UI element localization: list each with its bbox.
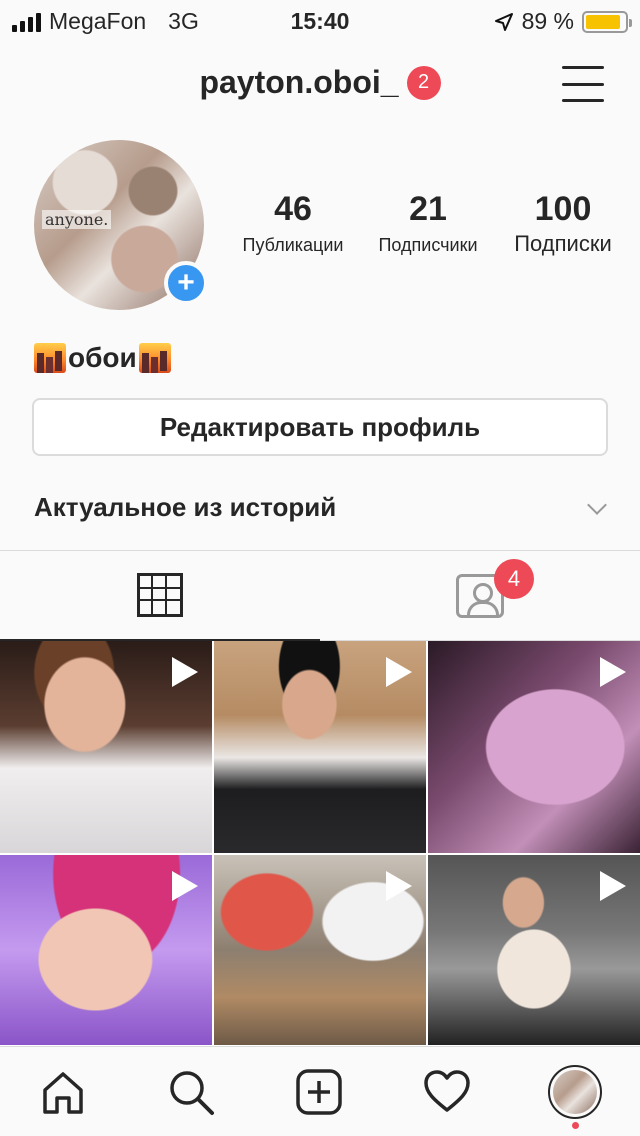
account-notification-badge: 2: [406, 65, 441, 100]
status-right: 89 %: [494, 8, 632, 35]
play-icon: [386, 657, 412, 687]
tab-grid[interactable]: [0, 551, 320, 641]
post-thumbnail[interactable]: [0, 641, 212, 853]
play-icon: [172, 871, 198, 901]
add-post-icon: [296, 1069, 342, 1115]
hamburger-menu-icon[interactable]: [562, 66, 604, 102]
profile-section: anyone. + 46 Публикации 21 Подписчики 10…: [0, 130, 640, 550]
profile-bio: обои: [34, 342, 171, 374]
play-icon: [600, 657, 626, 687]
play-icon: [172, 657, 198, 687]
avatar-collage-text: anyone.: [42, 210, 112, 229]
search-icon: [170, 1071, 214, 1115]
add-story-plus-icon[interactable]: +: [164, 261, 208, 305]
chevron-down-icon[interactable]: [587, 495, 607, 515]
stat-posts[interactable]: 46 Публикации: [238, 190, 348, 257]
nav-activity[interactable]: [422, 1067, 472, 1117]
profile-avatar-mini: [553, 1070, 597, 1114]
home-icon: [43, 1072, 83, 1114]
battery-icon: [582, 10, 632, 33]
edit-profile-button[interactable]: Редактировать профиль: [32, 398, 608, 456]
heart-icon: [424, 1070, 470, 1112]
profile-tabs: 4: [0, 550, 640, 641]
post-thumbnail[interactable]: [428, 641, 640, 853]
nav-add-post[interactable]: [294, 1067, 344, 1117]
username-row[interactable]: payton.oboi_ 2: [0, 64, 640, 101]
post-thumbnail[interactable]: [0, 855, 212, 1045]
nav-home[interactable]: [38, 1067, 88, 1117]
tagged-badge: 4: [494, 559, 534, 599]
stat-posts-label: Публикации: [242, 235, 344, 255]
status-bar: MegaFon 3G 15:40 89 %: [0, 0, 640, 40]
stat-followers-label: Подписчики: [378, 235, 478, 255]
posts-grid: [0, 641, 640, 1045]
profile-notification-dot: [572, 1122, 579, 1129]
city-dusk-emoji-icon: [138, 343, 171, 373]
play-icon: [386, 871, 412, 901]
post-thumbnail[interactable]: [214, 855, 426, 1045]
nav-profile[interactable]: [548, 1065, 602, 1119]
play-icon: [600, 871, 626, 901]
battery-fill: [586, 14, 620, 29]
story-highlights-label[interactable]: Актуальное из историй: [34, 492, 336, 523]
stat-following[interactable]: 100 Подписки: [508, 190, 618, 257]
location-arrow-icon: [494, 12, 513, 31]
stat-posts-value: 46: [274, 190, 312, 228]
stat-following-value: 100: [534, 190, 592, 228]
username[interactable]: payton.oboi_: [199, 64, 398, 101]
profile-stats: 46 Публикации 21 Подписчики 100 Подписки: [238, 190, 618, 257]
profile-header: payton.oboi_ 2: [0, 40, 640, 130]
grid-icon: [137, 573, 183, 617]
bottom-nav: [0, 1046, 640, 1136]
post-thumbnail[interactable]: [428, 855, 640, 1045]
tab-tagged[interactable]: [320, 551, 640, 641]
stat-followers[interactable]: 21 Подписчики: [373, 190, 483, 257]
stat-following-label: Подписки: [514, 231, 612, 256]
battery-percent: 89 %: [521, 8, 574, 34]
post-thumbnail[interactable]: [214, 641, 426, 853]
stat-followers-value: 21: [409, 190, 447, 228]
city-dusk-emoji-icon: [34, 343, 66, 373]
nav-search[interactable]: [166, 1067, 216, 1117]
bio-text: обои: [68, 342, 137, 373]
